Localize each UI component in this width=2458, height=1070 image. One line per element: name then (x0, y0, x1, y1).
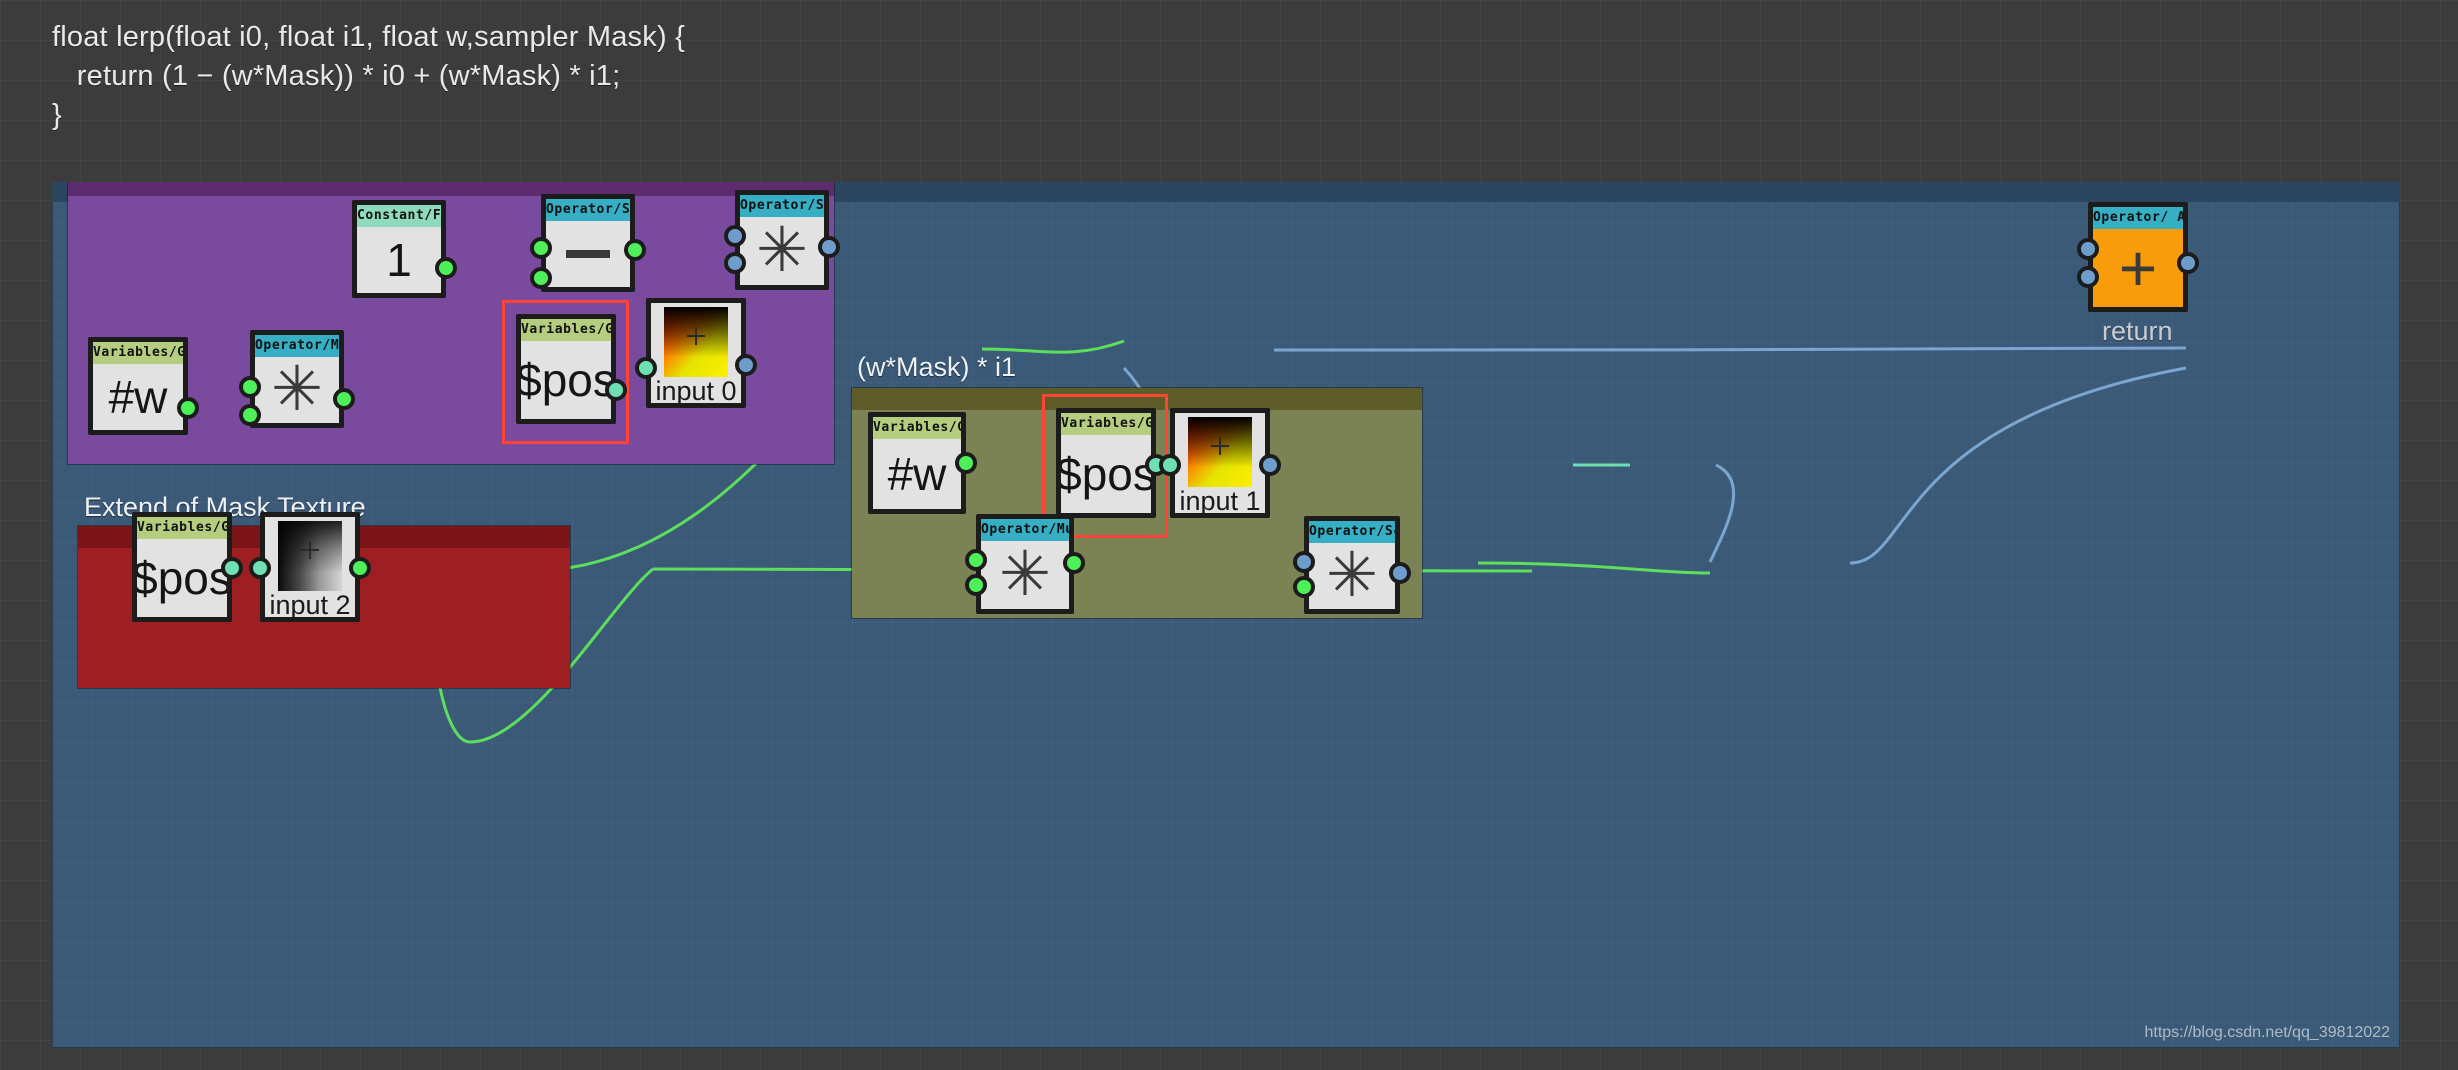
input-port-1[interactable] (965, 574, 987, 596)
output-port[interactable] (624, 239, 646, 261)
input-port[interactable] (249, 557, 271, 579)
node-sampler-input-2[interactable]: Samplers/Samp⋯ input 2 (249, 512, 371, 622)
node-value: ✳ (756, 216, 808, 285)
node-value: $pos (137, 552, 227, 604)
output-port[interactable] (333, 388, 355, 410)
output-port[interactable] (435, 257, 457, 279)
input-port-1[interactable] (2077, 266, 2099, 288)
crosshair-icon (301, 541, 319, 560)
node-value: #w (887, 448, 947, 500)
watermark-text: https://blog.csdn.net/qq_39812022 (2144, 1024, 2390, 1041)
input-port-0[interactable] (2077, 238, 2099, 260)
node-value: ✳ (271, 355, 323, 423)
node-operator-scale-top[interactable]: Operator/Scala⋯ ✳ (724, 190, 840, 290)
node-variables-get-w-olive[interactable]: Variables/Get ⋯ #w (868, 412, 977, 514)
texture-thumbnail (278, 521, 342, 591)
node-value (566, 250, 610, 258)
node-value: #w (108, 371, 168, 423)
crosshair-icon (1211, 437, 1229, 456)
node-title: Variables/Get ⋯ (873, 417, 961, 439)
output-port[interactable] (1259, 454, 1281, 476)
return-label: return (2102, 316, 2173, 346)
output-port[interactable] (1389, 562, 1411, 584)
node-value: input 2 (269, 590, 351, 618)
texture-thumbnail (1188, 417, 1252, 487)
output-port[interactable] (2177, 252, 2199, 274)
node-value: $pos (1061, 448, 1151, 500)
node-sampler-input-1[interactable]: Samplers/Samp⋯ input 1 (1159, 408, 1281, 518)
node-title: Operator/ Add (2093, 207, 2183, 229)
node-title: Variables/Get ⋯ (137, 517, 227, 539)
crosshair-icon (687, 327, 705, 346)
node-value: + (2118, 230, 2158, 305)
node-title: Operator/Scala⋯ (1309, 521, 1395, 543)
group-label-olive: (w*Mask) * i1 (857, 352, 1017, 382)
node-value: ✳ (999, 540, 1051, 609)
output-port[interactable] (955, 452, 977, 474)
input-port-0[interactable] (965, 549, 987, 571)
node-constant-float[interactable]: Constant/Float 1 (352, 200, 457, 298)
group-bar-purple (68, 182, 834, 196)
input-port-0[interactable] (530, 237, 552, 259)
node-title: Operator/Scala⋯ (740, 195, 824, 217)
node-operator-add[interactable]: Operator/ Add + (2077, 202, 2199, 312)
node-variables-get-pos-red[interactable]: Variables/Get ⋯ $pos (132, 512, 243, 622)
input-port-0[interactable] (239, 376, 261, 398)
node-value: 1 (386, 234, 412, 286)
node-variables-get-w-left[interactable]: Variables/Get ⋯ #w (88, 337, 199, 435)
node-title: Operator/Multi⋯ (255, 335, 339, 357)
input-port-0[interactable] (1293, 551, 1315, 573)
node-title: Variables/Get ⋯ (93, 342, 183, 364)
node-operator-scale-olive[interactable]: Operator/Scala⋯ ✳ (1293, 516, 1411, 614)
output-port[interactable] (735, 354, 757, 376)
input-port-1[interactable] (239, 404, 261, 426)
node-title: Constant/Float (357, 205, 441, 227)
node-operator-multiply-olive[interactable]: Operator/Multi⋯ ✳ (965, 514, 1085, 614)
node-value: input 1 (1179, 486, 1261, 514)
input-port-1[interactable] (530, 267, 552, 289)
output-port[interactable] (605, 379, 627, 401)
node-title: Operator/Multi⋯ (981, 519, 1069, 541)
node-operator-subtract[interactable]: Operator/Subtr⋯ (530, 194, 646, 292)
node-title: Variables/Get ⋯ (521, 319, 611, 341)
node-title: Operator/Subtr⋯ (546, 199, 630, 221)
node-sampler-input-0[interactable]: Samplers/Samp⋯ input 0 (635, 298, 757, 408)
input-port-0[interactable] (724, 225, 746, 247)
output-port[interactable] (818, 236, 840, 258)
node-operator-multiply-left[interactable]: Operator/Multi⋯ ✳ (239, 330, 355, 428)
node-graph-canvas[interactable]: (1−(w*Mask)) * i0 Constant/Float 1 Opera… (52, 182, 2400, 1048)
output-port[interactable] (221, 557, 243, 579)
node-value: $pos (521, 354, 611, 406)
node-value: ✳ (1326, 541, 1378, 609)
texture-thumbnail (664, 307, 728, 377)
node-value: input 0 (655, 376, 737, 404)
shader-code-block: float lerp(float i0, float i1, float w,s… (52, 21, 685, 131)
output-port[interactable] (349, 557, 371, 579)
node-title: Variables/Get ⋯ (1061, 413, 1151, 435)
output-port[interactable] (1063, 552, 1085, 574)
output-port[interactable] (177, 397, 199, 419)
input-port[interactable] (1159, 454, 1181, 476)
input-port-1[interactable] (724, 252, 746, 274)
input-port[interactable] (635, 357, 657, 379)
node-variables-get-pos-olive[interactable]: Variables/Get ⋯ $pos (1056, 408, 1167, 518)
node-variables-get-pos-mid[interactable]: Variables/Get ⋯ $pos (516, 314, 627, 424)
input-port-1[interactable] (1293, 576, 1315, 598)
